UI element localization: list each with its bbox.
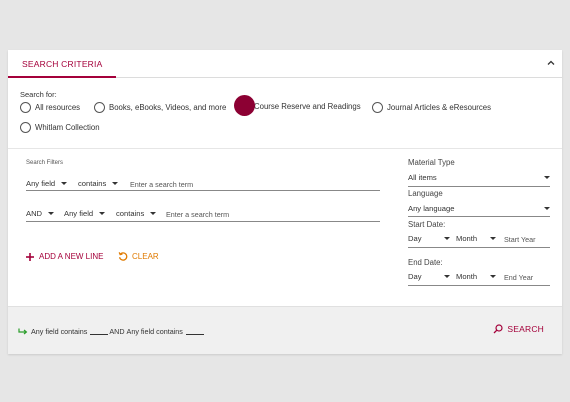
divider bbox=[8, 148, 562, 149]
select-underline bbox=[408, 216, 550, 217]
arrow-turn-right-icon bbox=[18, 328, 28, 334]
boolean-select-value: AND bbox=[26, 209, 43, 218]
query-blank bbox=[185, 328, 204, 335]
radio-label: Course Reserve and Readings bbox=[254, 102, 361, 111]
caret-down-icon bbox=[443, 275, 450, 278]
search-term-input-1[interactable]: Enter a search term bbox=[130, 180, 193, 189]
add-new-line-label: ADD A NEW LINE bbox=[39, 252, 104, 261]
end-month-value: Month bbox=[456, 272, 478, 281]
caret-down-icon bbox=[61, 182, 68, 185]
end-month-select[interactable]: Month bbox=[456, 272, 497, 281]
input-underline bbox=[26, 221, 380, 222]
radio-whitlam-collection[interactable]: Whitlam Collection bbox=[20, 122, 100, 133]
operator-select-1[interactable]: contains bbox=[78, 179, 119, 188]
caret-down-icon bbox=[544, 207, 550, 210]
date-underline bbox=[408, 247, 550, 248]
clear-label: CLEAR bbox=[132, 251, 159, 261]
radio-label: Books, eBooks, Videos, and more bbox=[109, 103, 227, 112]
language-select[interactable]: Any language bbox=[408, 204, 550, 213]
start-date-label: Start Date: bbox=[408, 220, 446, 229]
operator-select-2[interactable]: contains bbox=[116, 209, 157, 218]
operator-select-value: contains bbox=[78, 179, 107, 188]
field-select-value: Any field bbox=[64, 209, 94, 218]
end-day-select[interactable]: Day bbox=[408, 272, 450, 281]
search-criteria-panel: SEARCH CRITERIA Search for: All resource… bbox=[8, 50, 562, 354]
search-term-input-2[interactable]: Enter a search term bbox=[166, 210, 229, 219]
caret-down-icon bbox=[99, 212, 106, 215]
tab-search-criteria[interactable]: SEARCH CRITERIA bbox=[8, 50, 117, 78]
material-type-select[interactable]: All items bbox=[408, 173, 550, 182]
start-month-select[interactable]: Month bbox=[456, 234, 497, 243]
radio-books-ebooks[interactable]: Books, eBooks, Videos, and more bbox=[94, 102, 226, 113]
field-select-value: Any field bbox=[26, 179, 56, 188]
undo-icon bbox=[118, 252, 128, 261]
chevron-up-icon[interactable] bbox=[546, 58, 556, 68]
query-operator-text: contains bbox=[156, 327, 183, 336]
boolean-select-2[interactable]: AND bbox=[26, 209, 55, 218]
start-month-value: Month bbox=[456, 234, 478, 243]
caret-down-icon bbox=[544, 176, 550, 179]
radio-label: All resources bbox=[35, 103, 81, 112]
language-value: Any language bbox=[408, 204, 455, 213]
start-year-input[interactable]: Start Year bbox=[504, 235, 536, 244]
input-underline bbox=[26, 190, 380, 191]
query-field-text: Any field bbox=[126, 327, 155, 336]
radio-selected-icon bbox=[234, 95, 255, 116]
start-day-select[interactable]: Day bbox=[408, 234, 450, 243]
field-select-2[interactable]: Any field bbox=[64, 209, 106, 218]
clear-button[interactable]: CLEAR bbox=[118, 251, 159, 261]
caret-down-icon bbox=[150, 212, 157, 215]
query-and-text: AND bbox=[109, 327, 125, 336]
radio-circle-icon bbox=[372, 102, 383, 113]
radio-label: Whitlam Collection bbox=[35, 123, 100, 132]
search-for-label: Search for: bbox=[20, 90, 57, 99]
search-icon bbox=[493, 324, 503, 334]
query-blank bbox=[90, 328, 109, 335]
radio-course-reserve[interactable]: Course Reserve and Readings bbox=[234, 95, 361, 116]
date-underline bbox=[408, 285, 550, 286]
end-day-value: Day bbox=[408, 272, 422, 281]
material-type-label: Material Type bbox=[408, 158, 455, 167]
material-type-value: All items bbox=[408, 173, 437, 182]
caret-down-icon bbox=[443, 237, 450, 240]
query-operator-text: contains bbox=[60, 327, 88, 336]
radio-label: Journal Articles & eResources bbox=[387, 103, 492, 112]
caret-down-icon bbox=[112, 182, 119, 185]
end-year-input[interactable]: End Year bbox=[504, 273, 533, 282]
radio-all-resources[interactable]: All resources bbox=[20, 102, 80, 113]
select-underline bbox=[408, 186, 550, 187]
plus-icon bbox=[26, 252, 34, 261]
radio-circle-icon bbox=[20, 102, 31, 113]
search-button-label: SEARCH bbox=[507, 324, 544, 334]
field-select-1[interactable]: Any field bbox=[26, 179, 68, 188]
query-footer: Any field contains AND Any field contain… bbox=[8, 306, 562, 354]
radio-journal-articles[interactable]: Journal Articles & eResources bbox=[372, 102, 491, 113]
tab-bar: SEARCH CRITERIA bbox=[8, 50, 562, 78]
start-day-value: Day bbox=[408, 234, 422, 243]
caret-down-icon bbox=[490, 237, 497, 240]
caret-down-icon bbox=[490, 275, 497, 278]
add-new-line-button[interactable]: ADD A NEW LINE bbox=[26, 252, 103, 261]
query-summary: Any field contains AND Any field contain… bbox=[18, 327, 205, 336]
caret-down-icon bbox=[48, 212, 55, 215]
radio-circle-icon bbox=[20, 122, 31, 133]
language-label: Language bbox=[408, 189, 443, 198]
search-button[interactable]: SEARCH bbox=[493, 324, 544, 334]
query-field-text: Any field bbox=[31, 327, 59, 336]
radio-circle-icon bbox=[94, 102, 105, 113]
end-date-label: End Date: bbox=[408, 258, 443, 267]
operator-select-value: contains bbox=[116, 209, 145, 218]
search-filters-label: Search Filters bbox=[26, 160, 64, 166]
